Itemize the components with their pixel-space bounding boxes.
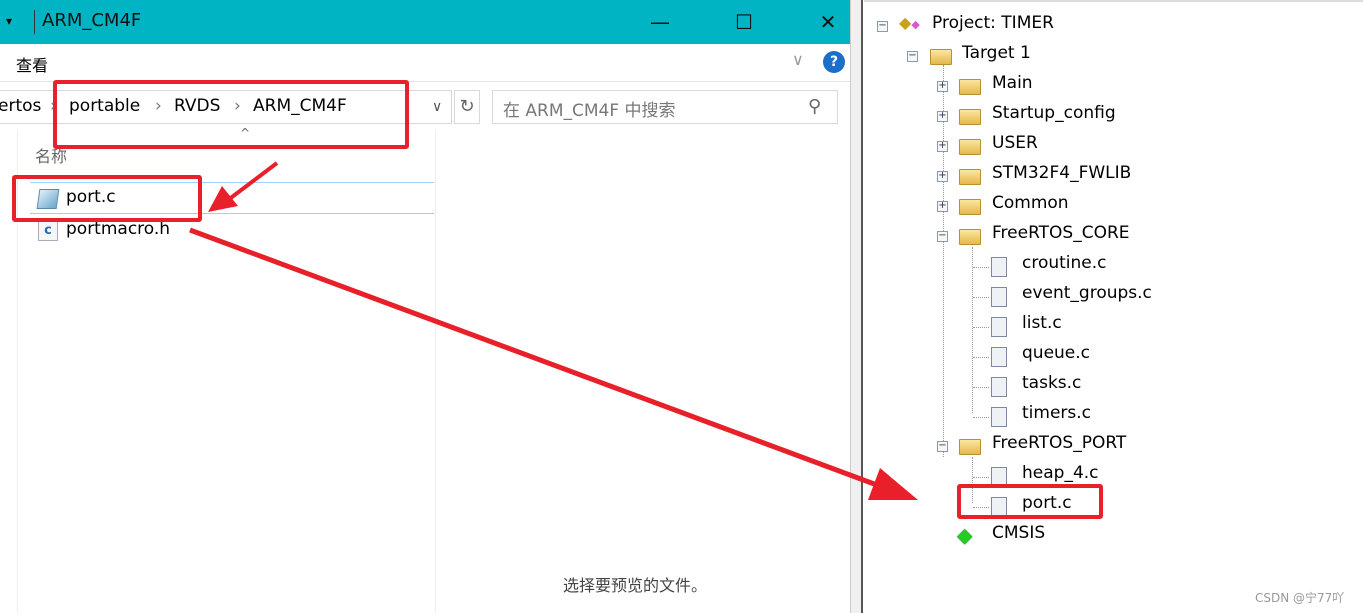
annotation-arrows: [189, 161, 918, 500]
arrow-line: [226, 161, 279, 202]
arrow-line: [189, 227, 886, 491]
arrow-head: [868, 468, 918, 500]
arrow-head: [208, 186, 238, 212]
watermark: CSDN @宁77吖: [1255, 591, 1345, 605]
